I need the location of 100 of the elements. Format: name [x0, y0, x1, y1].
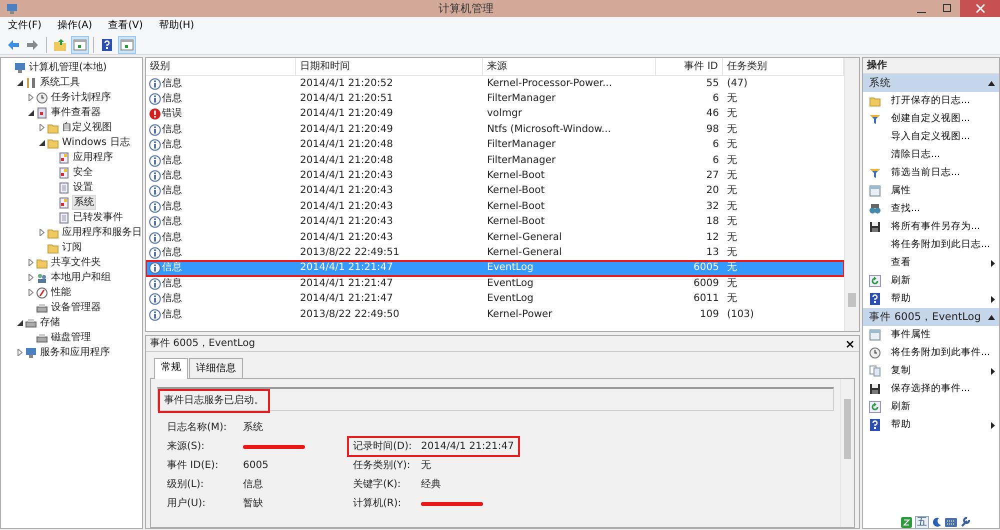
expand-arrow-icon[interactable] — [17, 349, 23, 356]
column-header[interactable]: 来源 — [483, 58, 656, 76]
scrollbar[interactable] — [840, 379, 854, 527]
tree-item[interactable]: 本地用户和组 — [50, 271, 112, 284]
action-item[interactable]: 将任务附加到此事件... — [863, 344, 999, 362]
tree-item[interactable]: 共享文件夹 — [50, 256, 102, 269]
menu-item[interactable]: 帮助(H) — [150, 17, 202, 35]
collapse-arrow-icon[interactable] — [988, 314, 995, 320]
expand-arrow-icon[interactable] — [28, 289, 34, 296]
action-item[interactable]: 复制 — [863, 362, 999, 380]
info-icon — [149, 154, 161, 167]
column-header[interactable]: 日期和时间 — [296, 58, 483, 76]
tree-item[interactable]: 应用程序和服务日 — [61, 226, 142, 239]
expand-arrow-icon[interactable] — [39, 229, 45, 236]
tab[interactable]: 详细信息 — [189, 358, 243, 378]
collapse-arrow-icon[interactable] — [39, 140, 45, 146]
scrollbar[interactable] — [844, 58, 859, 331]
action-item[interactable]: 帮助 — [863, 290, 999, 308]
table-row[interactable]: 信息 2014/4/1 21:20:43 Kernel-Boot 27 无 — [146, 168, 844, 184]
action-item[interactable]: 清除日志... — [863, 146, 999, 164]
table-row[interactable]: 信息 2014/4/1 21:20:43 Kernel-Boot 18 无 — [146, 214, 844, 230]
collapse-arrow-icon[interactable] — [28, 110, 34, 116]
pane-icon — [72, 38, 86, 52]
table-cell: 信息 — [162, 154, 182, 168]
action-item[interactable]: 筛选当前日志... — [863, 164, 999, 182]
action-item[interactable]: 属性 — [863, 182, 999, 200]
tree-item[interactable]: 任务计划程序 — [50, 91, 112, 104]
close-button[interactable] — [960, 0, 1000, 17]
action-item[interactable]: 查看 — [863, 254, 999, 272]
table-cell: 信息 — [162, 92, 182, 106]
table-cell: Kernel-Boot — [487, 185, 545, 196]
tree-item[interactable]: 性能 — [50, 286, 72, 299]
action-item[interactable]: 刷新 — [863, 272, 999, 290]
expand-arrow-icon[interactable] — [28, 94, 34, 101]
pane-button[interactable] — [118, 36, 136, 54]
table-row[interactable]: 信息 2014/4/1 21:21:47 EventLog 6009 无 — [146, 276, 844, 292]
tree-item[interactable]: 系统 — [72, 195, 96, 210]
table-row[interactable]: 信息 2014/4/1 21:20:49 Ntfs (Microsoft-Window... 98 无 — [146, 122, 844, 138]
table-row[interactable]: 信息 2014/4/1 21:20:52 Kernel-Processor-Power... 55 (47) — [146, 76, 844, 92]
tree-item[interactable]: 设置 — [72, 181, 94, 194]
column-header[interactable]: 事件 ID — [656, 58, 723, 76]
table-cell: 无 — [727, 93, 737, 104]
collapse-arrow-icon[interactable] — [17, 80, 23, 86]
window-icon — [869, 329, 881, 341]
column-header[interactable]: 级别 — [146, 58, 296, 76]
expand-arrow-icon[interactable] — [39, 124, 45, 131]
action-item[interactable]: 帮助 — [863, 416, 999, 434]
action-item[interactable]: 创建自定义视图... — [863, 110, 999, 128]
tree-item[interactable]: 系统工具 — [39, 76, 81, 89]
action-item[interactable]: 将所有事件另存为... — [863, 218, 999, 236]
table-row[interactable]: 错误 2014/4/1 21:20:49 volmgr 46 无 — [146, 106, 844, 122]
action-item[interactable]: 刷新 — [863, 398, 999, 416]
clock-icon — [869, 347, 881, 359]
expand-arrow-icon[interactable] — [28, 274, 34, 281]
moon-icon — [932, 517, 942, 527]
action-item[interactable]: 将任务附加到此日志... — [863, 236, 999, 254]
action-item[interactable]: 导入自定义视图... — [863, 128, 999, 146]
table-row[interactable]: 信息 2014/4/1 21:21:47 EventLog 6011 无 — [146, 291, 844, 307]
collapse-arrow-icon[interactable] — [17, 320, 23, 326]
tree-item[interactable]: 已转发事件 — [72, 211, 124, 224]
table-row[interactable]: 信息 2014/4/1 21:20:43 Kernel-Boot 32 无 — [146, 199, 844, 215]
info-icon — [149, 93, 161, 106]
tab[interactable]: 常规 — [154, 358, 188, 379]
collapse-arrow-icon[interactable] — [988, 80, 995, 86]
tree-item[interactable]: 应用程序 — [72, 151, 114, 164]
table-row[interactable]: 信息 2014/4/1 21:20:48 FilterManager 6 无 — [146, 138, 844, 153]
menu-item[interactable]: 文件(F) — [0, 17, 50, 35]
close-button[interactable]: × — [844, 336, 855, 351]
table-row[interactable]: 信息 2013/8/22 22:49:50 Kernel-Power 109 (103) — [146, 306, 844, 322]
table-cell: 无 — [727, 232, 737, 243]
tree-item[interactable]: 存储 — [39, 316, 61, 329]
section-header[interactable]: 系统 — [869, 74, 891, 92]
tree-item[interactable]: 磁盘管理 — [50, 331, 92, 344]
table-row[interactable]: 信息 2014/4/1 21:20:51 FilterManager 6 无 — [146, 91, 844, 107]
tree-item[interactable]: 安全 — [72, 166, 94, 179]
tree-item[interactable]: 订阅 — [61, 241, 83, 254]
table-row[interactable]: 信息 2013/8/22 22:49:51 Kernel-General 13 无 — [146, 245, 844, 261]
table-row[interactable]: 信息 2014/4/1 21:20:48 FilterManager 6 无 — [146, 152, 844, 168]
pane-button[interactable] — [70, 36, 88, 54]
menu-item[interactable]: 操作(A) — [50, 17, 100, 35]
action-item[interactable]: 事件属性 — [863, 326, 999, 344]
ime-mode[interactable]: 五 — [915, 516, 929, 528]
action-item[interactable]: 打开保存的日志... — [863, 92, 999, 110]
tree-item[interactable]: 事件查看器 — [50, 106, 102, 119]
tree-item[interactable]: 服务和应用程序 — [39, 346, 111, 359]
expand-arrow-icon[interactable] — [28, 259, 34, 266]
menu-item[interactable]: 查看(V) — [100, 17, 151, 35]
tree-item[interactable]: Windows 日志 — [61, 136, 131, 149]
tree-item[interactable]: 自定义视图 — [61, 121, 113, 134]
page-icon — [58, 182, 70, 194]
log-icon — [58, 196, 70, 208]
folder-icon — [47, 136, 59, 148]
action-item[interactable]: 查找... — [863, 200, 999, 218]
table-row[interactable]: 信息 2014/4/1 21:20:43 Kernel-Boot 20 无 — [146, 184, 844, 200]
computer-icon — [6, 2, 18, 14]
tree-item[interactable]: 计算机管理(本地) — [28, 61, 108, 74]
table-cell: 信息 — [162, 200, 182, 214]
tree-item[interactable]: 设备管理器 — [50, 301, 102, 314]
table-row[interactable]: 信息 2014/4/1 21:20:43 Kernel-General 12 无 — [146, 230, 844, 246]
action-item[interactable]: 保存选择的事件... — [863, 380, 999, 398]
